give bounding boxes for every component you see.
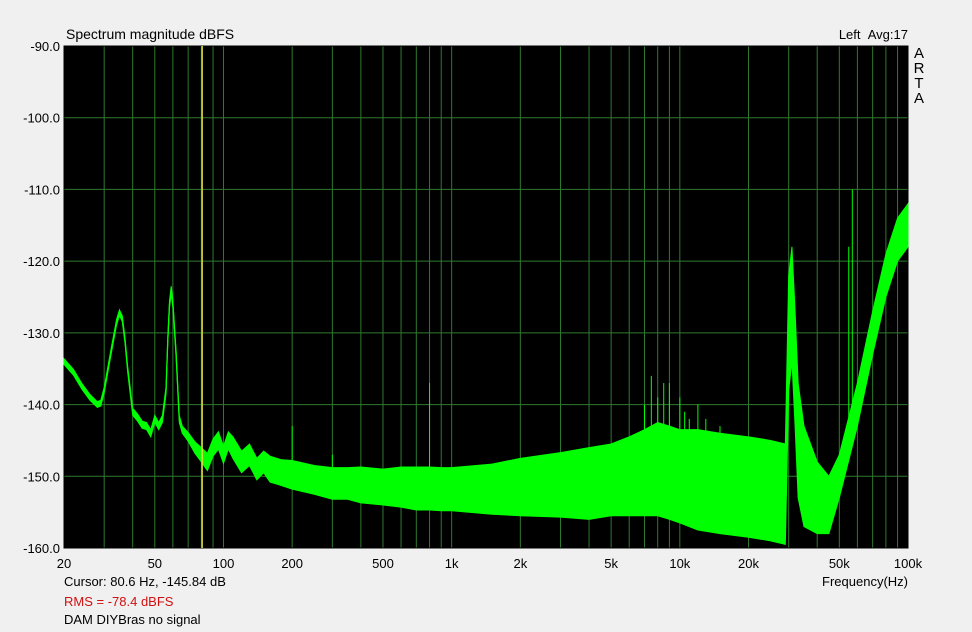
x-tick-label: 200 — [281, 556, 303, 571]
arta-logo: ARTA — [912, 46, 926, 106]
y-tick-label: -140.0 — [23, 398, 60, 413]
y-tick-label: -110.0 — [24, 182, 60, 197]
x-tick-label: 50 — [148, 556, 162, 571]
x-tick-label: 10k — [669, 556, 690, 571]
avg-label: Avg:17 — [867, 27, 908, 42]
x-tick-label: 50k — [829, 556, 850, 571]
y-tick-label: -100.0 — [23, 111, 60, 126]
logo-letter: R — [913, 60, 925, 77]
x-axis-label: Frequency(Hz) — [822, 574, 908, 589]
rms-readout: RMS = -78.4 dBFS — [64, 594, 174, 609]
y-tick-label: -90.0 — [30, 39, 60, 54]
x-tick-label: 100 — [213, 556, 235, 571]
logo-letter: T — [914, 75, 924, 92]
x-tick-label: 20k — [738, 556, 759, 571]
cursor-readout: Cursor: 80.6 Hz, -145.84 dB — [64, 574, 226, 589]
x-tick-label: 5k — [604, 556, 618, 571]
logo-letter: A — [913, 90, 924, 107]
x-tick-label: 500 — [372, 556, 394, 571]
x-tick-label: 2k — [513, 556, 527, 571]
y-tick-label: -160.0 — [23, 541, 60, 556]
chart-title: Spectrum magnitude dBFS — [66, 26, 235, 42]
x-tick-label: 1k — [445, 556, 459, 571]
logo-letter: A — [913, 45, 924, 62]
x-tick-label: 100k — [894, 556, 923, 571]
y-tick-label: -130.0 — [23, 326, 60, 341]
x-tick-label: 20 — [57, 556, 71, 571]
channel-label: Left — [838, 27, 861, 42]
channel-info: Left Avg:17 — [839, 27, 908, 42]
measurement-note: DAM DIYBras no signal — [64, 612, 201, 627]
y-tick-label: -150.0 — [23, 469, 60, 484]
y-tick-label: -120.0 — [23, 254, 60, 269]
spectrum-chart: -90.0 -100.0 -110.0 -120.0 -130.0 -140.0 -150.… — [23, 39, 923, 571]
